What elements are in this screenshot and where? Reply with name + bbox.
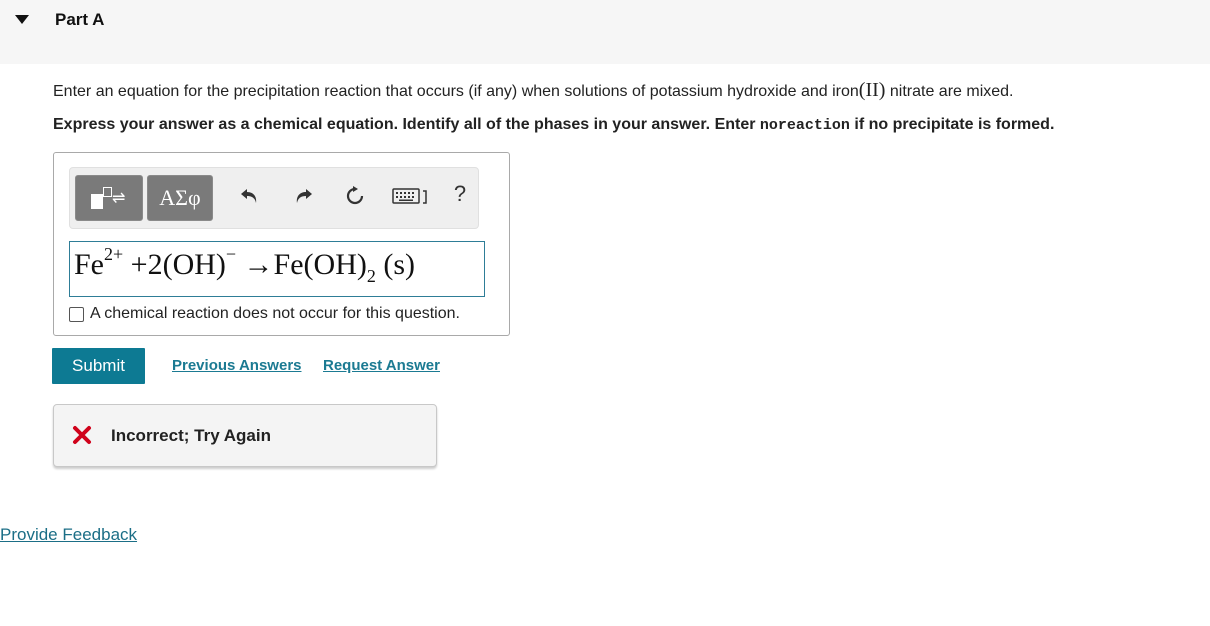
templates-button[interactable]: ⇌ — [75, 175, 143, 221]
collapse-caret-icon[interactable] — [15, 15, 29, 24]
feedback-box: Incorrect; Try Again — [53, 404, 437, 467]
eq-term-1: Fe — [74, 248, 104, 281]
part-title: Part A — [55, 10, 105, 29]
eq-charge-1: 2+ — [104, 244, 124, 264]
question-text-before: Enter an equation for the precipitation … — [53, 83, 859, 100]
provide-feedback-link[interactable]: Provide Feedback — [0, 525, 137, 545]
eq-term-3: →Fe(OH) — [236, 248, 367, 281]
answer-box: ⇌ ΑΣφ ? Fe2+ +2(OH)− →Fe(OH)2 (s) A chem… — [53, 152, 510, 336]
eq-charge-2: − — [225, 244, 237, 264]
question-text: Enter an equation for the precipitation … — [53, 79, 1014, 102]
question-roman: (II) — [858, 79, 886, 101]
incorrect-x-icon — [73, 426, 91, 444]
eq-subscript: 2 — [366, 266, 376, 286]
reset-icon[interactable] — [343, 184, 367, 208]
instruction-code: noreaction — [759, 117, 850, 134]
question-text-after: nitrate are mixed. — [885, 83, 1014, 100]
request-answer-link[interactable]: Request Answer — [323, 357, 440, 374]
part-header[interactable]: Part A — [0, 0, 1210, 64]
instruction-text: Express your answer as a chemical equati… — [53, 116, 1054, 134]
equation-toolbar: ⇌ ΑΣφ ? — [69, 167, 479, 229]
undo-icon[interactable] — [238, 184, 262, 208]
instruction-after: if no precipitate is formed. — [849, 116, 1055, 133]
no-reaction-option[interactable]: A chemical reaction does not occur for t… — [69, 305, 460, 323]
feedback-message: Incorrect; Try Again — [111, 426, 271, 445]
eq-term-4: (s) — [375, 248, 416, 281]
eq-term-2: +2(OH) — [123, 248, 226, 281]
templates-icon: ⇌ — [87, 185, 131, 211]
redo-icon[interactable] — [291, 184, 315, 208]
help-icon[interactable]: ? — [448, 181, 472, 206]
previous-answers-link[interactable]: Previous Answers — [172, 357, 302, 374]
no-reaction-checkbox[interactable] — [69, 306, 84, 322]
instruction-before: Express your answer as a chemical equati… — [53, 116, 760, 133]
equation-expression: Fe2+ +2(OH)− →Fe(OH)2 (s) — [74, 244, 416, 286]
keyboard-icon[interactable] — [392, 184, 432, 208]
submit-button[interactable]: Submit — [52, 348, 145, 384]
no-reaction-label: A chemical reaction does not occur for t… — [90, 305, 460, 322]
symbols-button[interactable]: ΑΣφ — [147, 175, 213, 221]
equation-input[interactable]: Fe2+ +2(OH)− →Fe(OH)2 (s) — [69, 241, 485, 297]
